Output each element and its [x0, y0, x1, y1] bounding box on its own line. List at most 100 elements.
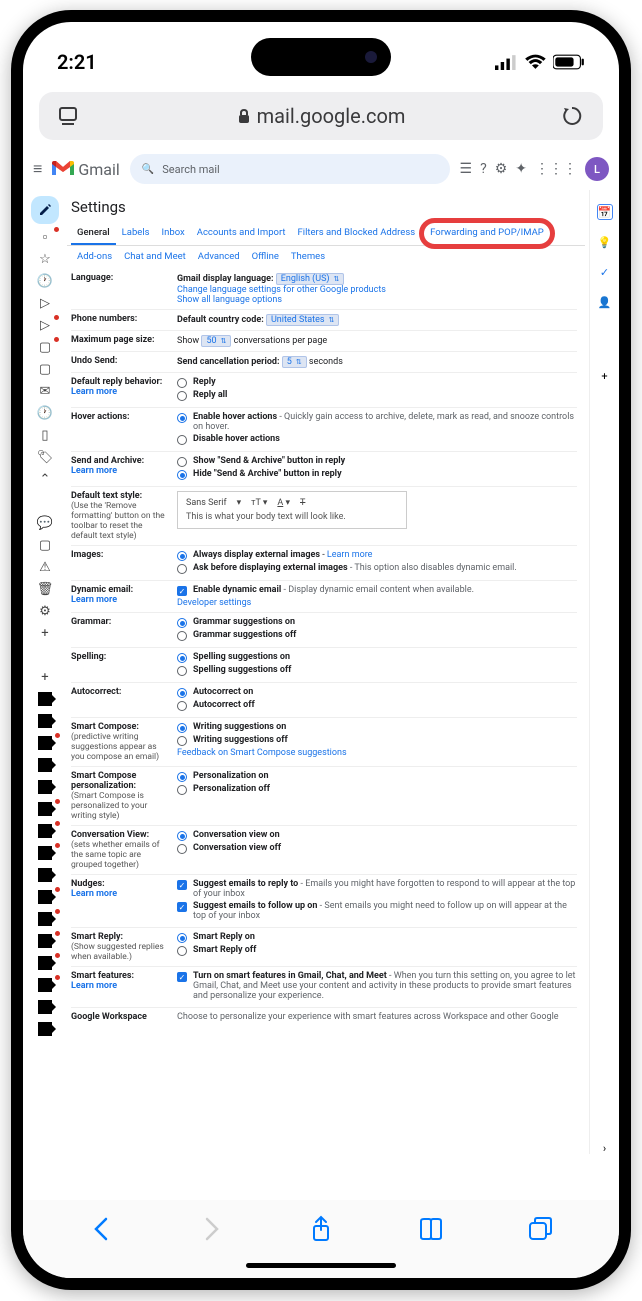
tabs-button[interactable]: [526, 1215, 554, 1247]
radio-images-always[interactable]: [177, 551, 187, 561]
sidebar-label-12[interactable]: [38, 934, 52, 948]
reader-mode-icon[interactable]: [53, 106, 87, 126]
compose-button[interactable]: [31, 196, 59, 224]
sidebar-snoozed[interactable]: 🕐: [34, 272, 56, 290]
radio-images-ask[interactable]: [177, 564, 187, 574]
radio-grammar-on[interactable]: [177, 618, 187, 628]
sidebar-more[interactable]: ⌃: [34, 470, 56, 488]
home-indicator[interactable]: [246, 1263, 396, 1268]
calendar-icon[interactable]: 📅: [597, 204, 613, 220]
smartfeat-learn[interactable]: Learn more: [71, 981, 117, 991]
sidebar-label-10[interactable]: [38, 890, 52, 904]
images-learn[interactable]: Learn more: [327, 550, 373, 560]
dynamic-dev[interactable]: Developer settings: [177, 598, 251, 608]
radio-smartcompose-on[interactable]: [177, 723, 187, 733]
reload-button[interactable]: [555, 105, 589, 127]
sidebar-chat-section[interactable]: 💬: [34, 514, 56, 532]
sidebar-label-8[interactable]: [38, 846, 52, 860]
sidebar-label-9[interactable]: [38, 868, 52, 882]
radio-convo-off[interactable]: [177, 844, 187, 854]
sidebar-spaces[interactable]: ▢: [34, 536, 56, 554]
contacts-icon[interactable]: 👤: [597, 294, 613, 310]
gemini-icon[interactable]: ✦: [515, 161, 527, 177]
tasks-icon[interactable]: ✓: [597, 264, 613, 280]
radio-smartpersonal-on[interactable]: [177, 772, 187, 782]
help-icon[interactable]: ?: [480, 161, 487, 177]
tab-forwarding[interactable]: Forwarding and POP/IMAP: [419, 218, 555, 249]
country-select[interactable]: United States⇅: [266, 314, 339, 326]
bookmarks-button[interactable]: [417, 1215, 445, 1247]
search-input[interactable]: 🔍 Search mail: [130, 154, 450, 184]
nudges-learn[interactable]: Learn more: [71, 889, 117, 899]
check-nudge-reply[interactable]: [177, 880, 187, 890]
reply-learn-link[interactable]: Learn more: [71, 387, 117, 397]
radio-convo-on[interactable]: [177, 831, 187, 841]
sidebar-label-16[interactable]: [38, 1022, 52, 1036]
font-select[interactable]: Sans Serif: [186, 498, 227, 508]
language-select[interactable]: English (US)⇅: [276, 273, 345, 285]
radio-show-sendarchive[interactable]: [177, 457, 187, 467]
sidebar-important[interactable]: ▷: [34, 294, 56, 312]
safari-address-bar[interactable]: mail.google.com: [39, 92, 603, 140]
sidebar-categories[interactable]: ▢: [34, 360, 56, 378]
radio-reply[interactable]: [177, 378, 187, 388]
font-toolbar[interactable]: Sans Serif▾ тT ▾ A ▾ T This is what your…: [177, 491, 407, 529]
apps-icon[interactable]: ⋮⋮⋮: [535, 161, 577, 177]
sidebar-newlabel[interactable]: +: [34, 668, 56, 686]
sidebar-trash[interactable]: 🗑: [34, 580, 56, 598]
tab-addons[interactable]: Add-ons: [71, 248, 118, 265]
smartcompose-feedback[interactable]: Feedback on Smart Compose suggestions: [177, 748, 347, 758]
undo-select[interactable]: 5⇅: [282, 356, 307, 368]
url-display[interactable]: mail.google.com: [97, 104, 545, 128]
radio-smartreply-on[interactable]: [177, 933, 187, 943]
sidebar-chats[interactable]: ▯: [34, 426, 56, 444]
sidebar-create[interactable]: +: [34, 624, 56, 642]
menu-icon[interactable]: ≡: [33, 159, 42, 179]
back-button[interactable]: [88, 1215, 116, 1247]
check-dynamic[interactable]: [177, 586, 187, 596]
font-size-icon[interactable]: тT ▾: [251, 498, 267, 508]
sidebar-label-7[interactable]: [38, 824, 52, 838]
radio-smartpersonal-off[interactable]: [177, 785, 187, 795]
sidebar-label-1[interactable]: [38, 692, 52, 706]
radio-replyall[interactable]: [177, 391, 187, 401]
show-all-lang-link[interactable]: Show all language options: [177, 295, 282, 305]
check-smartfeat[interactable]: [177, 972, 187, 982]
sidebar-sent[interactable]: ▷: [34, 316, 56, 334]
sidebar-label-4[interactable]: [38, 758, 52, 772]
tab-general[interactable]: General: [71, 222, 116, 245]
sendarchive-learn[interactable]: Learn more: [71, 466, 117, 476]
sidebar-tag[interactable]: 🏷: [34, 448, 56, 466]
addon-plus-icon[interactable]: +: [597, 368, 613, 384]
check-nudge-follow[interactable]: [177, 902, 187, 912]
tab-inbox[interactable]: Inbox: [156, 222, 191, 245]
tab-offline[interactable]: Offline: [246, 248, 285, 265]
radio-hover-enable[interactable]: [177, 413, 187, 423]
tab-chat[interactable]: Chat and Meet: [118, 248, 192, 265]
sidebar-label-14[interactable]: [38, 978, 52, 992]
sidebar-label-11[interactable]: [38, 912, 52, 926]
pagesize-select[interactable]: 50⇅: [201, 335, 231, 347]
sidebar-spam[interactable]: ⚠: [34, 558, 56, 576]
sidebar-starred[interactable]: ☆: [34, 250, 56, 268]
tab-accounts[interactable]: Accounts and Import: [191, 222, 292, 245]
sidebar-label-5[interactable]: [38, 780, 52, 794]
sidebar-manage[interactable]: ⚙: [34, 602, 56, 620]
tab-labels[interactable]: Labels: [116, 222, 156, 245]
keep-icon[interactable]: 💡: [597, 234, 613, 250]
settings-gear-icon[interactable]: ⚙: [495, 161, 508, 177]
radio-spelling-on[interactable]: [177, 653, 187, 663]
dynamic-learn[interactable]: Learn more: [71, 595, 117, 605]
tune-icon[interactable]: ☰: [460, 161, 473, 177]
side-panel-toggle[interactable]: ›: [597, 1140, 613, 1154]
radio-smartcompose-off[interactable]: [177, 736, 187, 746]
radio-hide-sendarchive[interactable]: [177, 470, 187, 480]
tab-filters[interactable]: Filters and Blocked Address: [292, 222, 422, 245]
sidebar-label-15[interactable]: [38, 1000, 52, 1014]
gmail-logo[interactable]: Gmail: [52, 160, 119, 179]
share-button[interactable]: [307, 1215, 335, 1247]
radio-spelling-off[interactable]: [177, 666, 187, 676]
radio-grammar-off[interactable]: [177, 631, 187, 641]
sidebar-drafts[interactable]: ▢: [34, 338, 56, 356]
sidebar-label-13[interactable]: [38, 956, 52, 970]
